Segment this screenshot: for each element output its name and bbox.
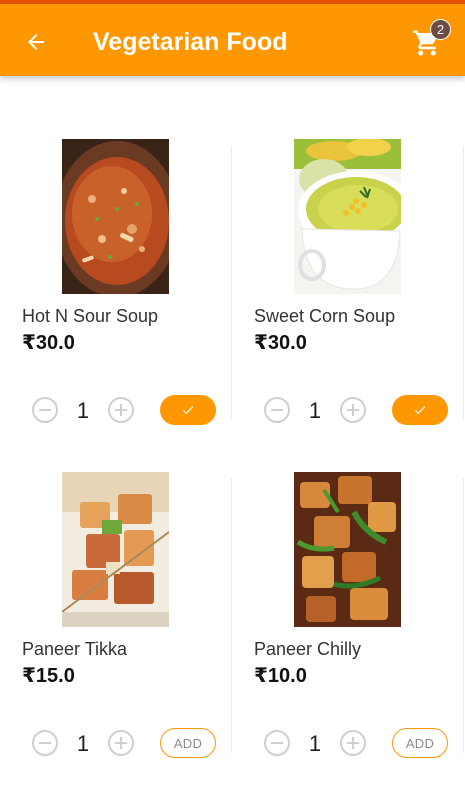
food-price: ₹10.0	[254, 665, 307, 687]
back-button[interactable]	[14, 22, 58, 62]
decrease-quantity-button[interactable]	[264, 397, 290, 423]
food-price: ₹15.0	[22, 665, 75, 687]
app-bar: Vegetarian Food 2	[0, 4, 465, 76]
quantity-stepper: 1	[262, 395, 457, 427]
minus-icon	[39, 409, 51, 411]
quantity-stepper: 1	[30, 395, 225, 427]
food-card: Paneer Tikka ₹15.0 1 ADD	[0, 472, 232, 772]
food-image-hot-n-sour-soup	[62, 139, 169, 294]
quantity-stepper: 1 ADD	[262, 728, 457, 760]
food-image-paneer-tikka	[62, 472, 169, 627]
food-card: Hot N Sour Soup ₹30.0 1	[0, 139, 232, 439]
food-price: ₹30.0	[22, 332, 75, 354]
increase-quantity-button[interactable]	[108, 397, 134, 423]
quantity-value: 1	[76, 398, 90, 423]
food-card: Paneer Chilly ₹10.0 1 ADD	[232, 472, 464, 772]
added-to-cart-button[interactable]	[392, 395, 448, 425]
add-to-cart-button[interactable]: ADD	[392, 728, 448, 758]
quantity-stepper: 1 ADD	[30, 728, 225, 760]
minus-icon	[271, 742, 283, 744]
quantity-value: 1	[308, 731, 322, 756]
food-name: Paneer Tikka	[22, 639, 128, 659]
food-card: Sweet Corn Soup ₹30.0 1	[232, 139, 464, 439]
quantity-value: 1	[76, 731, 90, 756]
food-price: ₹30.0	[254, 332, 307, 354]
food-image-sweet-corn-soup	[294, 139, 401, 294]
food-name: Hot N Sour Soup	[22, 306, 159, 326]
increase-quantity-button[interactable]	[340, 397, 366, 423]
page-title: Vegetarian Food	[93, 28, 288, 56]
cart-count-badge: 2	[430, 19, 451, 40]
cart-button[interactable]: 2	[406, 18, 454, 66]
minus-icon	[39, 742, 51, 744]
food-name: Paneer Chilly	[254, 639, 362, 659]
decrease-quantity-button[interactable]	[32, 397, 58, 423]
food-name: Sweet Corn Soup	[254, 306, 396, 326]
increase-quantity-button[interactable]	[108, 730, 134, 756]
increase-quantity-button[interactable]	[340, 730, 366, 756]
arrow-back-icon	[28, 34, 44, 50]
quantity-value: 1	[308, 398, 322, 423]
decrease-quantity-button[interactable]	[264, 730, 290, 756]
food-image-paneer-chilly	[294, 472, 401, 627]
check-icon	[414, 406, 426, 415]
added-to-cart-button[interactable]	[160, 395, 216, 425]
decrease-quantity-button[interactable]	[32, 730, 58, 756]
check-icon	[182, 406, 194, 415]
food-grid: Hot N Sour Soup ₹30.0 1 Sweet Corn Soup …	[0, 76, 465, 800]
minus-icon	[271, 409, 283, 411]
add-to-cart-button[interactable]: ADD	[160, 728, 216, 758]
